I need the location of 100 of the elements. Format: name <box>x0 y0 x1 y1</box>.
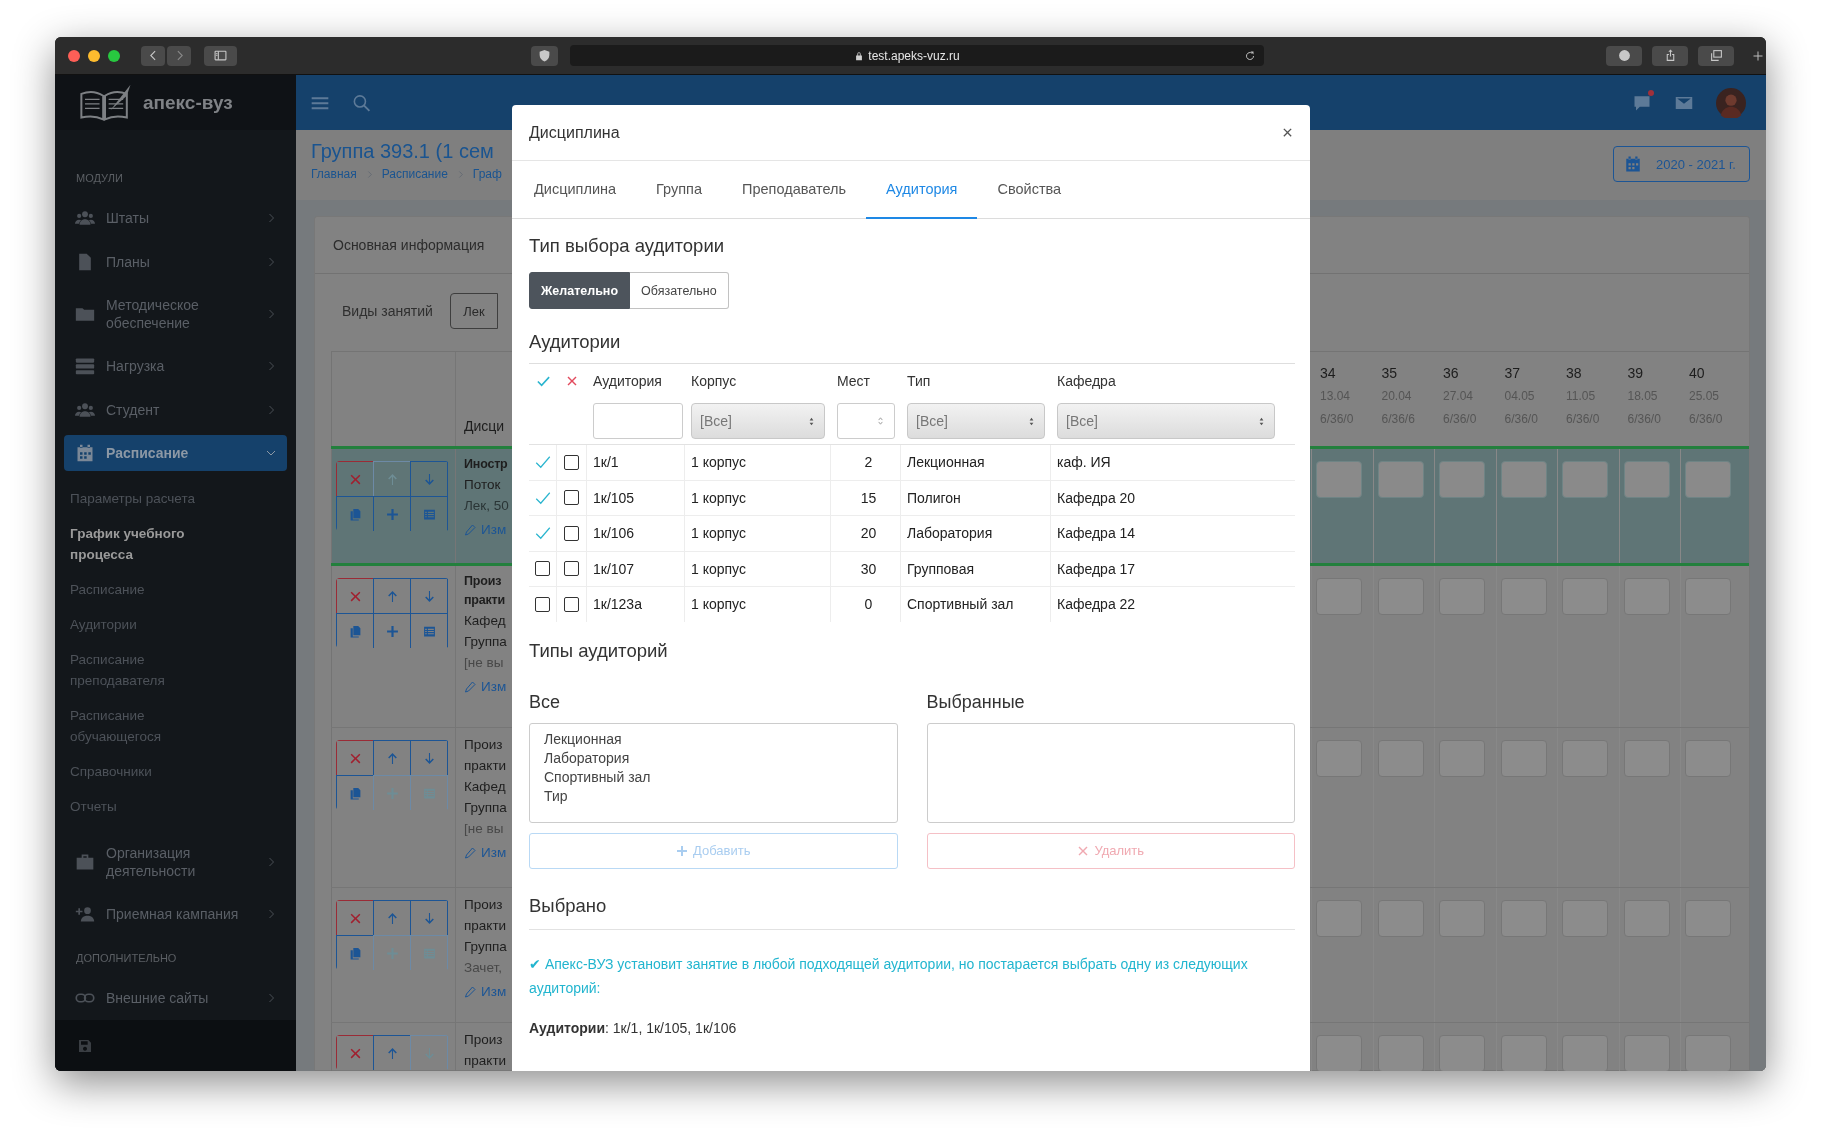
list-option[interactable]: Тир <box>544 786 883 806</box>
address-bar[interactable]: test.apeks-vuz.ru <box>570 45 1264 66</box>
tab[interactable]: Свойства <box>977 161 1082 219</box>
tab[interactable]: Группа <box>636 161 723 219</box>
list-icon <box>422 624 436 638</box>
clear-all-icon[interactable] <box>566 375 578 387</box>
sidebar-subitem[interactable]: График учебного процесса <box>55 516 230 572</box>
week-slot[interactable] <box>1623 461 1670 498</box>
download-button[interactable] <box>1606 45 1642 66</box>
lesson-type-button[interactable]: Лек <box>450 293 498 329</box>
week-slot[interactable] <box>1500 461 1547 498</box>
sidebar-subitem[interactable]: Расписание <box>55 572 230 607</box>
sidebar-item[interactable]: Внешние сайты <box>64 976 287 1020</box>
share-button[interactable] <box>1652 45 1688 66</box>
sidebar-subitem[interactable]: Отчеты <box>55 789 230 824</box>
breadcrumb-link[interactable]: Граф <box>472 167 502 181</box>
plus-icon <box>385 624 399 638</box>
checkbox[interactable] <box>564 596 579 612</box>
edit-link[interactable]: Изм <box>481 522 507 537</box>
list-box[interactable] <box>926 722 1295 823</box>
checkbox[interactable] <box>535 596 550 612</box>
delete-button[interactable] <box>336 740 374 776</box>
new-tab-icon[interactable] <box>1752 49 1764 62</box>
window-zoom-button[interactable] <box>108 49 120 62</box>
list-option[interactable]: Спортивный зал <box>544 767 883 787</box>
tab[interactable]: Аудитория <box>866 161 978 219</box>
checkbox[interactable] <box>535 561 550 577</box>
choice-button[interactable]: Желательно <box>529 272 631 309</box>
move-up-button[interactable] <box>373 900 411 936</box>
back-button[interactable] <box>141 45 165 66</box>
year-button[interactable]: 2020 - 2021 г. <box>1613 146 1750 182</box>
sidebar-item[interactable]: Методическое обеспечение <box>64 284 287 344</box>
sidebar-subitem[interactable]: Расписание преподавателя <box>55 642 230 698</box>
week-slot[interactable] <box>1562 461 1608 498</box>
tabs-button[interactable] <box>1698 45 1734 66</box>
move-down-button[interactable] <box>410 900 448 936</box>
forward-button[interactable] <box>167 45 191 66</box>
privacy-button[interactable] <box>531 45 558 66</box>
week-slot[interactable] <box>1500 1035 1547 1071</box>
week-slot[interactable] <box>1316 461 1362 498</box>
sidebar-item[interactable]: Приемная кампания <box>64 892 287 936</box>
sidebar-item[interactable]: Штаты <box>64 196 287 240</box>
week-slot[interactable] <box>1685 1035 1731 1071</box>
week-slot[interactable] <box>1377 461 1424 498</box>
tab[interactable]: Дисциплина <box>514 161 637 219</box>
week-slot[interactable] <box>1623 1035 1670 1071</box>
week-slot[interactable] <box>1439 1035 1485 1071</box>
tab[interactable]: Преподаватель <box>722 161 867 219</box>
filter-select[interactable]: [Все] <box>1057 403 1275 439</box>
delete-button[interactable] <box>336 578 374 614</box>
window-close-button[interactable] <box>68 49 80 62</box>
sidebar-item[interactable]: Нагрузка <box>64 344 287 388</box>
week-slot[interactable] <box>1685 461 1731 498</box>
list-option[interactable]: Лаборатория <box>544 748 883 768</box>
edit-link[interactable]: Изм <box>481 984 507 999</box>
breadcrumb-link[interactable]: Расписание <box>381 167 448 181</box>
sidebar-item[interactable]: Расписание <box>64 435 287 471</box>
sidebar-subitem[interactable]: Параметры расчета <box>55 481 230 516</box>
sidebar-item[interactable]: Студент <box>64 388 287 432</box>
sidebar-subitem[interactable]: Аудитории <box>55 607 230 642</box>
sidebar-toggle-button[interactable] <box>204 45 237 66</box>
checkbox[interactable] <box>564 525 579 541</box>
edit-link[interactable]: Изм <box>481 845 507 860</box>
week-slot[interactable] <box>1439 461 1485 498</box>
move-down-button[interactable] <box>410 740 448 776</box>
sidebar-item[interactable]: Планы <box>64 240 287 284</box>
window-minimize-button[interactable] <box>88 49 100 62</box>
filter-select[interactable]: [Все] <box>907 403 1045 439</box>
reload-icon[interactable] <box>1244 49 1256 62</box>
number-field[interactable] <box>837 403 895 439</box>
checkbox[interactable] <box>564 454 579 470</box>
sidebar-subitem[interactable]: Расписание обучающегося <box>55 698 230 754</box>
section-heading: Аудитории <box>529 330 622 354</box>
card-tab[interactable]: Основная информация <box>315 237 501 253</box>
move-up-button[interactable] <box>373 578 411 614</box>
filter-field[interactable] <box>593 403 683 439</box>
delete-button[interactable] <box>336 461 374 497</box>
choice-button[interactable]: Обязательно <box>630 272 729 309</box>
chat-icon[interactable] <box>1632 93 1652 112</box>
checkbox[interactable] <box>564 490 579 506</box>
edit-link[interactable]: Изм <box>481 679 507 694</box>
filter-select[interactable]: [Все] <box>691 403 825 439</box>
move-down-button[interactable] <box>410 578 448 614</box>
list-box[interactable]: Лекционная Лаборатория Спортивный зал Тир <box>529 722 898 823</box>
move-up-button[interactable] <box>373 1035 411 1070</box>
breadcrumb-link[interactable]: Главная <box>311 167 357 181</box>
move-up-button[interactable] <box>373 740 411 776</box>
checkbox[interactable] <box>564 561 579 577</box>
sidebar-subitem[interactable]: Справочники <box>55 754 230 789</box>
week-slot[interactable] <box>1562 1035 1608 1071</box>
list-option[interactable]: Лекционная <box>544 729 883 749</box>
save-icon[interactable] <box>77 1038 93 1054</box>
close-icon[interactable] <box>1282 127 1293 138</box>
week-slot[interactable] <box>1377 1035 1424 1071</box>
move-down-button[interactable] <box>410 461 448 497</box>
week-slot[interactable] <box>1316 1035 1362 1071</box>
search-icon[interactable] <box>352 92 371 113</box>
delete-button[interactable] <box>336 900 374 936</box>
sidebar-item[interactable]: Организация деятельности <box>64 832 287 892</box>
avatar[interactable] <box>1716 87 1746 118</box>
